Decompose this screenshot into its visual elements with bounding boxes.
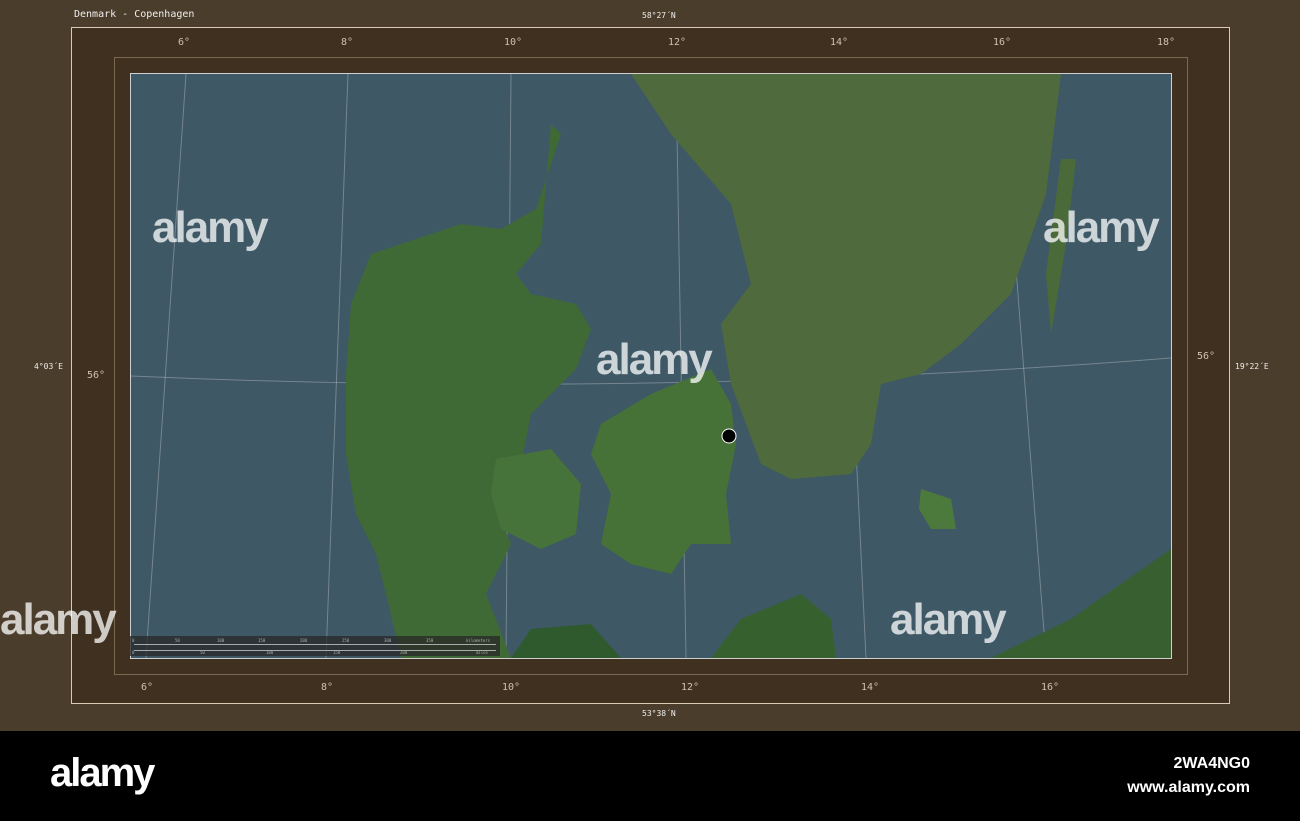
- lon-tick-top: 16°: [993, 37, 1012, 48]
- watermark: alamy: [596, 335, 713, 384]
- alamy-logo: alamy: [50, 751, 155, 795]
- lon-tick-bottom: 8°: [321, 682, 334, 693]
- scale-km-label: 0: [132, 638, 135, 643]
- footer-bar: alamy 2WA4NG0 www.alamy.com: [0, 731, 1300, 821]
- scale-km-label: 350: [426, 638, 434, 643]
- lon-tick-bottom: 16°: [1041, 682, 1060, 693]
- scale-mi-label: 100: [266, 650, 274, 655]
- west-bound-label: 4°03´E: [34, 362, 63, 371]
- scale-km-label: 250: [342, 638, 350, 643]
- lat-tick-left: 56°: [87, 370, 106, 381]
- lon-tick-bottom: 10°: [502, 682, 521, 693]
- scale-km-label: 300: [384, 638, 392, 643]
- scale-mi-label: 200: [400, 650, 408, 655]
- scale-km-label: 150: [258, 638, 266, 643]
- scale-km-label: 100: [217, 638, 225, 643]
- map-frame: Denmark - Copenhagen 58°27´N 53°38´N 4°0…: [0, 0, 1300, 731]
- scale-bar: 0 50 100 150 200 250 300 350 kilometers …: [130, 636, 500, 656]
- watermark: alamy: [890, 595, 1007, 644]
- site-url[interactable]: www.alamy.com: [1127, 779, 1250, 797]
- jutland-landmass: [346, 124, 591, 658]
- south-bound-label: 53°38´N: [642, 709, 676, 718]
- lon-tick-bottom: 6°: [141, 682, 154, 693]
- lon-tick-bottom: 12°: [681, 682, 700, 693]
- east-bound-label: 19°22´E: [1235, 362, 1269, 371]
- watermark: alamy: [0, 595, 117, 644]
- lon-tick-top: 18°: [1157, 37, 1176, 48]
- north-bound-label: 58°27´N: [642, 11, 676, 20]
- lon-tick-top: 10°: [504, 37, 523, 48]
- scale-km-unit: kilometers: [466, 638, 491, 643]
- lon-tick-top: 6°: [178, 37, 191, 48]
- lon-tick-bottom: 14°: [861, 682, 880, 693]
- scale-mi-line: [134, 650, 496, 651]
- scale-km-label: 200: [300, 638, 308, 643]
- scale-mi-label: 150: [333, 650, 341, 655]
- scale-km-line: [134, 644, 496, 645]
- watermark: alamy: [152, 203, 269, 252]
- scale-km-label: 50: [175, 638, 180, 643]
- lat-tick-right: 56°: [1197, 351, 1216, 362]
- pomerania-coast: [711, 594, 836, 658]
- scale-mi-label: 0: [132, 650, 135, 655]
- image-id: 2WA4NG0: [1173, 755, 1250, 772]
- lon-tick-top: 8°: [341, 37, 354, 48]
- bornholm-island: [919, 489, 956, 529]
- scale-mi-label: 50: [200, 650, 205, 655]
- copenhagen-marker: [721, 428, 737, 444]
- lon-tick-top: 12°: [668, 37, 687, 48]
- poland-coast: [991, 549, 1171, 658]
- lon-tick-top: 14°: [830, 37, 849, 48]
- watermark: alamy: [1043, 203, 1160, 252]
- map-title: Denmark - Copenhagen: [74, 9, 195, 20]
- zealand-island: [591, 369, 736, 574]
- scale-mi-unit: miles: [476, 650, 489, 655]
- germany-coast: [511, 624, 621, 658]
